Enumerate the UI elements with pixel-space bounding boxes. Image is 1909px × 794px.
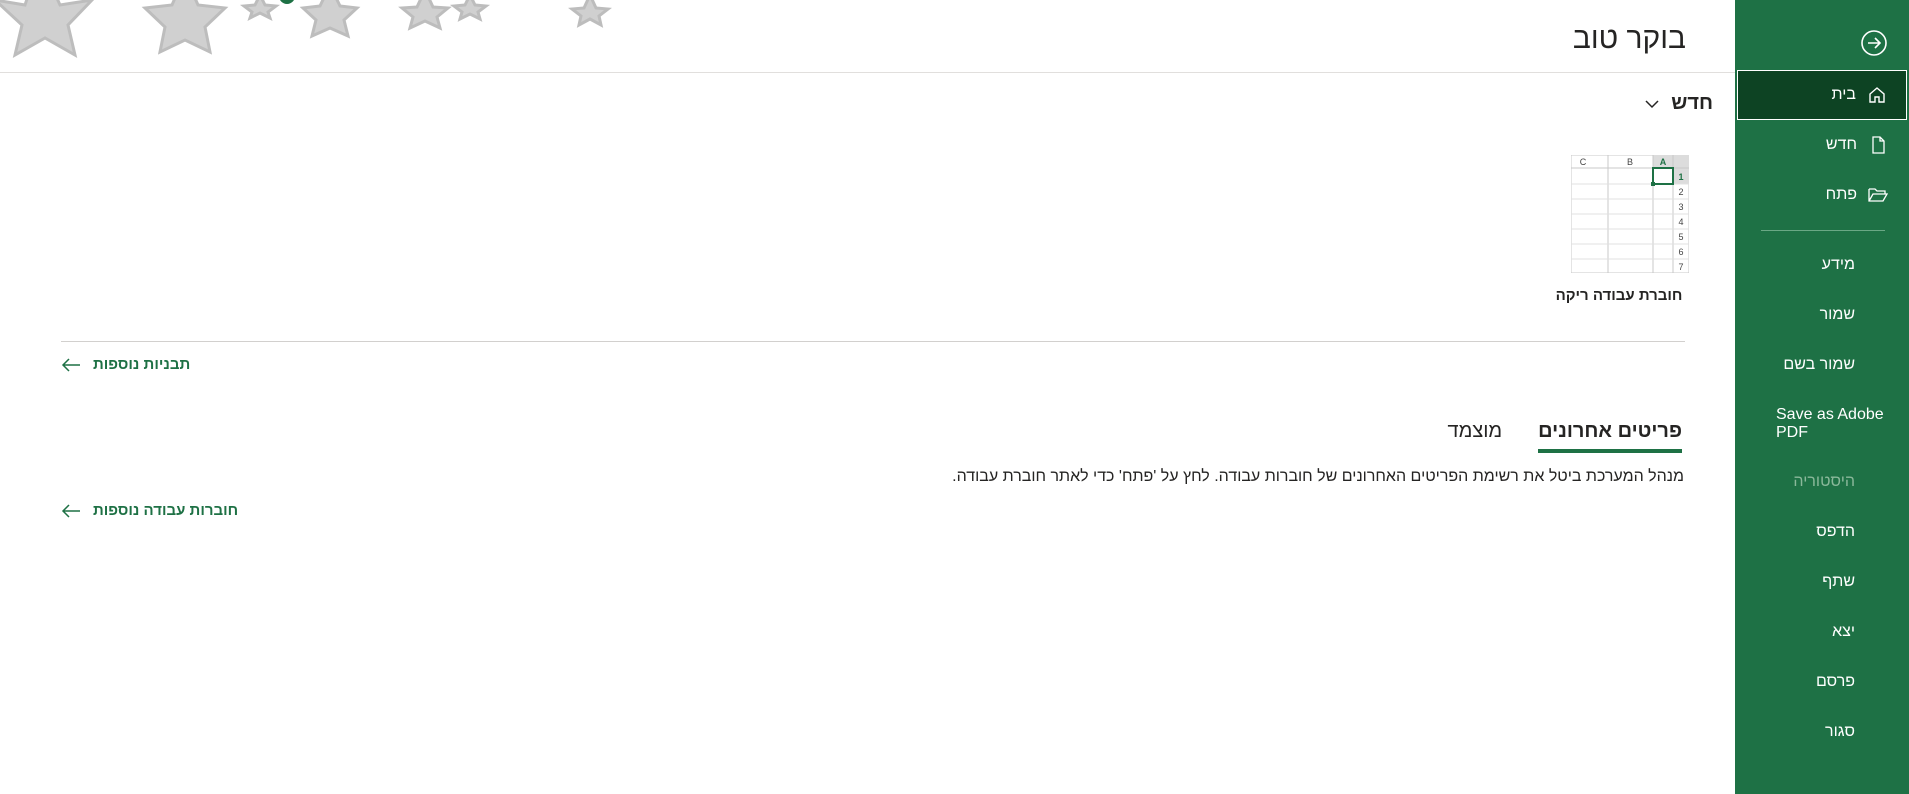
- back-button[interactable]: [1859, 28, 1889, 58]
- tab-recent[interactable]: פריטים אחרונים: [1538, 420, 1682, 453]
- sidebar-item-new[interactable]: חדש: [1737, 120, 1907, 170]
- sidebar-item-label: יצא: [1832, 623, 1855, 640]
- section-divider: [61, 341, 1685, 342]
- sidebar-item-label: הדפס: [1816, 523, 1855, 540]
- blank-workbook-thumbnail: C B A 1 2 3 4 5 6 7: [1571, 155, 1689, 273]
- sidebar-item-publish[interactable]: פרסם: [1737, 657, 1907, 707]
- open-folder-icon: [1867, 184, 1889, 206]
- sidebar-item-save-as[interactable]: שמור בשם: [1737, 340, 1907, 390]
- thumbnail-column-header: A: [1660, 157, 1667, 167]
- sidebar-item-label: בית: [1831, 86, 1856, 103]
- new-section-title: חדש: [1671, 92, 1713, 114]
- recent-disabled-notice: מנהל המערכת ביטל את רשימת הפריטים האחרונ…: [952, 468, 1684, 485]
- sidebar-item-print[interactable]: הדפס: [1737, 507, 1907, 557]
- new-section-toggle[interactable]: חדש: [1645, 92, 1713, 115]
- header-divider: [0, 72, 1735, 73]
- thumbnail-row-header: 4: [1678, 217, 1683, 227]
- more-templates-link[interactable]: תבניות נוספות: [61, 356, 190, 373]
- sidebar-item-label: סגור: [1825, 723, 1855, 740]
- sidebar-divider: [1761, 230, 1885, 231]
- sidebar-item-history: היסטוריה: [1737, 457, 1907, 507]
- new-document-icon: [1867, 134, 1889, 156]
- arrow-left-icon: [61, 503, 81, 518]
- sidebar-item-share[interactable]: שתף: [1737, 557, 1907, 607]
- sidebar-item-label: Save as Adobe PDF: [1776, 406, 1884, 441]
- sidebar-item-open[interactable]: פתח: [1737, 170, 1907, 220]
- sidebar-item-info[interactable]: מידע: [1737, 240, 1907, 290]
- tab-pinned[interactable]: מוצמד: [1448, 420, 1503, 453]
- sidebar-item-close[interactable]: סגור: [1737, 707, 1907, 757]
- chevron-down-icon: [1645, 99, 1659, 109]
- recent-tabs: פריטים אחרונים מוצמד: [1448, 420, 1682, 453]
- thumbnail-column-header: C: [1580, 157, 1587, 167]
- sidebar-item-label: שמור: [1819, 306, 1855, 323]
- backstage-sidebar: בית חדש פתח מידע שמור שמור בשם Save as A…: [1735, 0, 1909, 794]
- thumbnail-row-header: 1: [1678, 172, 1683, 182]
- thumbnail-column-header: B: [1627, 157, 1633, 167]
- backstage-main: בוקר טוב חדש C B A 1 2 3 4 5 6 7 חוברת ע…: [0, 0, 1735, 794]
- thumbnail-row-header: 6: [1678, 247, 1683, 257]
- arrow-left-icon: [61, 357, 81, 372]
- sidebar-item-label: פרסם: [1815, 673, 1855, 690]
- decorative-stars-banner: [0, 0, 612, 58]
- sidebar-item-label: פתח: [1825, 186, 1857, 203]
- sidebar-item-save[interactable]: שמור: [1737, 290, 1907, 340]
- sidebar-item-label: שתף: [1822, 573, 1855, 590]
- thumbnail-row-header: 2: [1678, 187, 1683, 197]
- sidebar-item-label: חדש: [1825, 136, 1857, 153]
- thumbnail-row-header: 3: [1678, 202, 1683, 212]
- more-templates-label: תבניות נוספות: [93, 356, 191, 373]
- blank-workbook-label: חוברת עבודה ריקה: [1555, 287, 1683, 304]
- sidebar-item-export[interactable]: יצא: [1737, 607, 1907, 657]
- thumbnail-row-header: 7: [1678, 262, 1683, 272]
- more-workbooks-link[interactable]: חוברות עבודה נוספות: [61, 502, 238, 519]
- sidebar-item-home[interactable]: בית: [1737, 70, 1907, 120]
- home-icon: [1866, 84, 1888, 106]
- back-arrow-icon: [1861, 30, 1887, 56]
- greeting-title: בוקר טוב: [1572, 22, 1686, 55]
- sidebar-item-label: מידע: [1821, 256, 1855, 273]
- thumbnail-row-header: 5: [1678, 232, 1683, 242]
- sidebar-item-label: היסטוריה: [1793, 473, 1855, 490]
- sidebar-item-save-as-adobe-pdf[interactable]: Save as Adobe PDF: [1757, 401, 1907, 447]
- more-workbooks-label: חוברות עבודה נוספות: [93, 502, 239, 519]
- sidebar-item-label: שמור בשם: [1783, 356, 1855, 373]
